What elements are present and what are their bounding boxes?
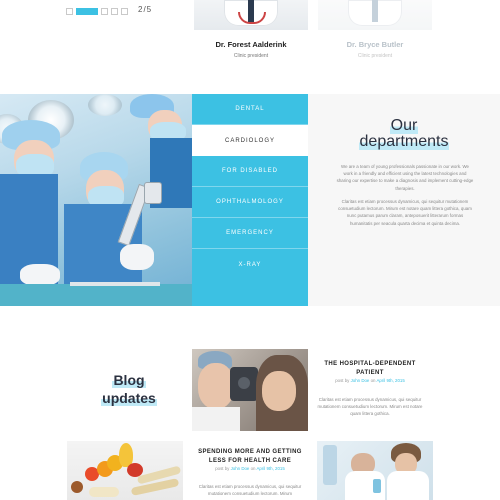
- dept-tab-ophthalmology[interactable]: OPHTHALMOLOGY: [192, 187, 308, 218]
- dept-tab-x-ray[interactable]: X-RAY: [192, 249, 308, 280]
- slider-dot[interactable]: [121, 7, 128, 15]
- blog-heading: Blog: [112, 372, 146, 388]
- departments-paragraph: Claritas est etiam processus dynamicus, …: [338, 199, 472, 226]
- blog-post-image[interactable]: [67, 441, 183, 500]
- slider-dot[interactable]: [101, 7, 108, 15]
- post-excerpt: Claritas est etiam processus dynamicus, …: [317, 397, 423, 416]
- post-meta: post by John Doe on April 9th, 2015: [215, 466, 285, 471]
- post-meta: post by John Doe on April 9th, 2015: [335, 378, 405, 383]
- post-author[interactable]: John Doe: [351, 378, 370, 383]
- blog-post-image[interactable]: [192, 349, 308, 431]
- post-date[interactable]: April 9th, 2015: [376, 378, 404, 383]
- doctor-role: Clinic president: [233, 53, 269, 59]
- dept-tab-for-disabled[interactable]: FOR DISABLED: [192, 156, 308, 187]
- doctor-role: Clinic president: [357, 53, 393, 59]
- section-title: departments: [358, 133, 450, 150]
- slider-counter: 2/5: [138, 5, 153, 14]
- post-date[interactable]: April 9th, 2015: [256, 466, 284, 471]
- post-title[interactable]: SPENDING MORE AND GETTING LESS FOR HEALT…: [195, 448, 305, 466]
- departments-info: Our departments We are a team of young p…: [308, 94, 500, 306]
- dept-tab-emergency[interactable]: EMERGENCY: [192, 218, 308, 249]
- post-title[interactable]: THE HOSPITAL-DEPENDENT PATIENT: [315, 360, 425, 378]
- dept-tab-dental[interactable]: DENTAL: [192, 94, 308, 125]
- section-title: Our: [389, 117, 419, 134]
- surgery-photo: [0, 94, 192, 306]
- doctor-name[interactable]: Dr. Forest Aalderink: [194, 40, 308, 49]
- slider-dot-active[interactable]: [76, 7, 98, 15]
- blog-post-image[interactable]: [317, 441, 433, 500]
- dept-tab-cardiology[interactable]: CARDIOLOGY: [192, 125, 308, 156]
- doctor-photo[interactable]: [194, 0, 308, 30]
- departments-menu: DENTAL CARDIOLOGY FOR DISABLED OPHTHALMO…: [192, 94, 308, 306]
- doctor-photo[interactable]: [318, 0, 432, 30]
- post-author[interactable]: John Doe: [231, 466, 250, 471]
- departments-paragraph: We are a team of young professionals pas…: [336, 164, 474, 191]
- doctor-name[interactable]: Dr. Bryce Butler: [318, 40, 432, 49]
- blog-heading: updates: [101, 390, 157, 406]
- slider-dot[interactable]: [111, 7, 118, 15]
- slider-dot[interactable]: [66, 7, 73, 15]
- post-excerpt: Claritas est etiam processus dynamicus, …: [198, 484, 302, 496]
